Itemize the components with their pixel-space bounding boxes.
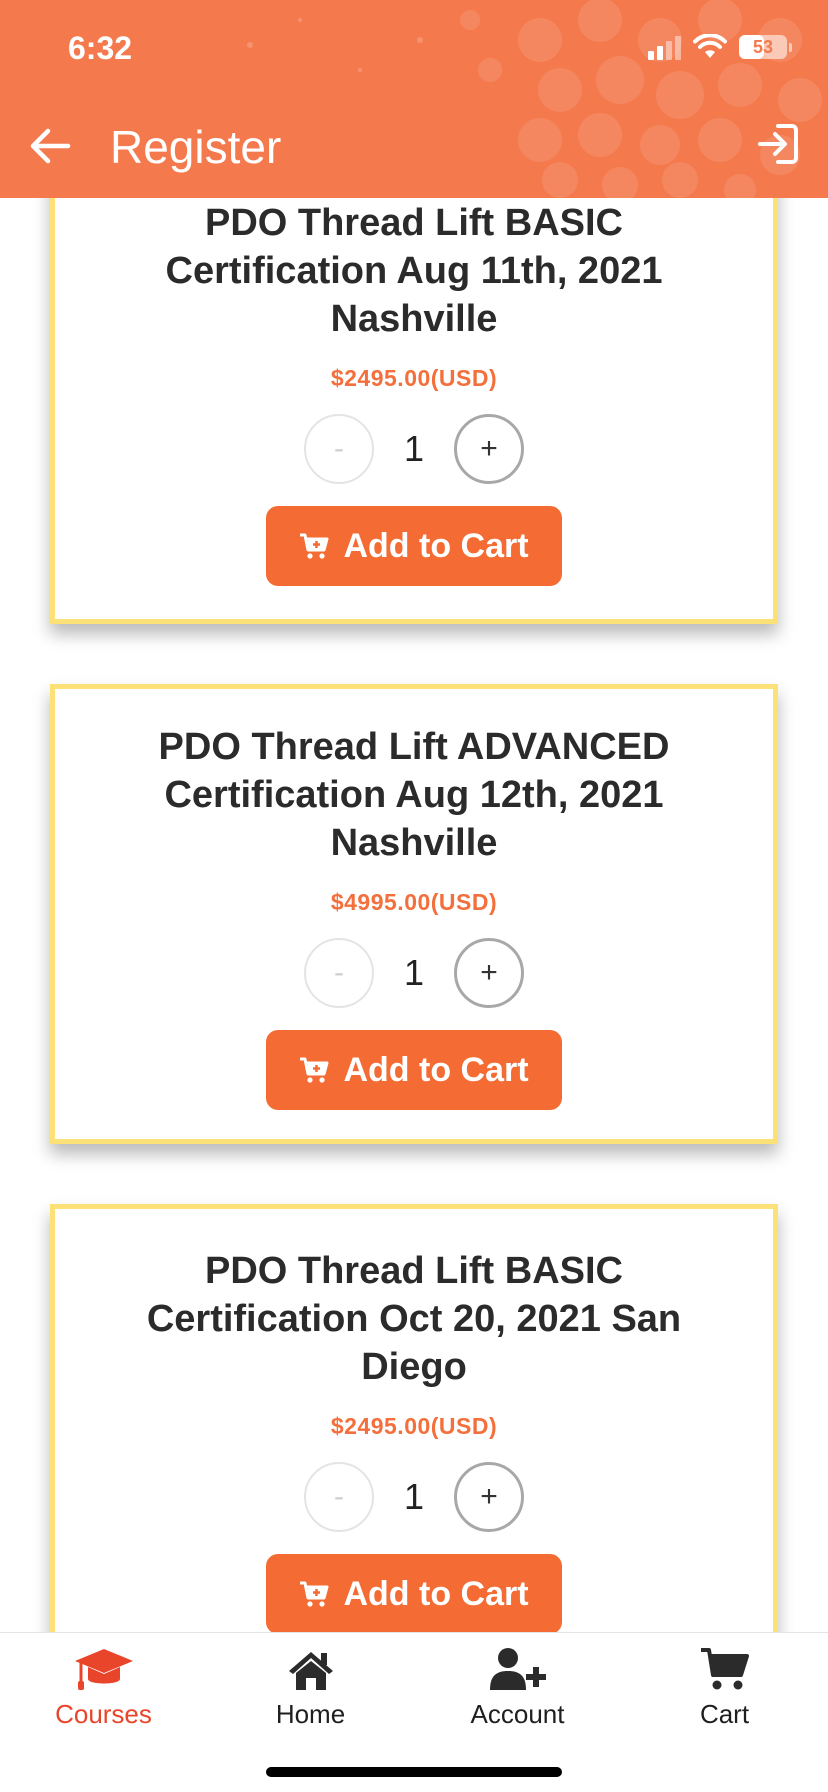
increase-quantity-button[interactable]: + [454,414,524,484]
back-arrow-icon[interactable] [26,122,74,170]
increase-quantity-button[interactable]: + [454,1462,524,1532]
cart-plus-icon [300,533,329,559]
status-time: 6:32 [68,30,133,66]
add-to-cart-label: Add to Cart [343,1574,529,1613]
tab-cart[interactable]: Cart [621,1643,828,1743]
cart-icon [700,1648,749,1690]
tab-label: Courses [55,1699,152,1729]
decrease-quantity-button[interactable]: - [304,414,374,484]
status-icons: 53 [648,34,792,60]
battery-level: 53 [752,36,774,57]
quantity-stepper: - 1 + [55,1462,773,1532]
add-to-cart-button[interactable]: Add to Cart [266,1030,562,1110]
course-card: PDO Thread Lift ADVANCED Certification A… [50,684,778,1144]
login-icon[interactable] [754,120,802,168]
decrease-quantity-button[interactable]: - [304,938,374,1008]
tab-label: Home [275,1699,346,1729]
course-list[interactable]: PDO Thread Lift BASIC Certification Aug … [0,198,828,1632]
tab-account[interactable]: Account [414,1643,621,1743]
add-user-icon [489,1648,546,1690]
quantity-stepper: - 1 + [55,938,773,1008]
course-price: $2495.00(USD) [330,365,498,391]
cart-plus-icon [300,1057,329,1083]
tab-label: Cart [699,1699,750,1729]
quantity-value: 1 [403,1476,425,1517]
home-icon [288,1652,333,1690]
quantity-value: 1 [403,952,425,993]
graduation-cap-icon [74,1649,133,1690]
tab-label: Account [470,1699,565,1729]
app-header: 6:32 53 Register [0,0,828,198]
cellular-signal-icon [648,34,681,60]
course-price: $4995.00(USD) [330,889,498,915]
tab-courses[interactable]: Courses [0,1643,207,1743]
add-to-cart-button[interactable]: Add to Cart [266,1554,562,1632]
quantity-stepper: - 1 + [55,414,773,484]
increase-quantity-button[interactable]: + [454,938,524,1008]
course-title: PDO Thread Lift BASIC Certification Oct … [146,1250,682,1388]
quantity-value: 1 [403,428,425,469]
add-to-cart-label: Add to Cart [343,1050,529,1089]
tab-home[interactable]: Home [207,1643,414,1743]
page-title: Register [110,121,282,173]
course-price: $2495.00(USD) [330,1413,498,1439]
add-to-cart-button[interactable]: Add to Cart [266,506,562,586]
course-title: PDO Thread Lift BASIC Certification Aug … [165,202,663,340]
course-title: PDO Thread Lift ADVANCED Certification A… [158,726,670,864]
home-indicator [266,1767,562,1777]
add-to-cart-label: Add to Cart [343,526,529,565]
course-card: PDO Thread Lift BASIC Certification Oct … [50,1204,778,1632]
cart-plus-icon [300,1581,329,1607]
battery-icon: 53 [739,35,787,59]
course-card: PDO Thread Lift BASIC Certification Aug … [50,198,778,624]
wifi-icon [693,34,727,58]
decrease-quantity-button[interactable]: - [304,1462,374,1532]
